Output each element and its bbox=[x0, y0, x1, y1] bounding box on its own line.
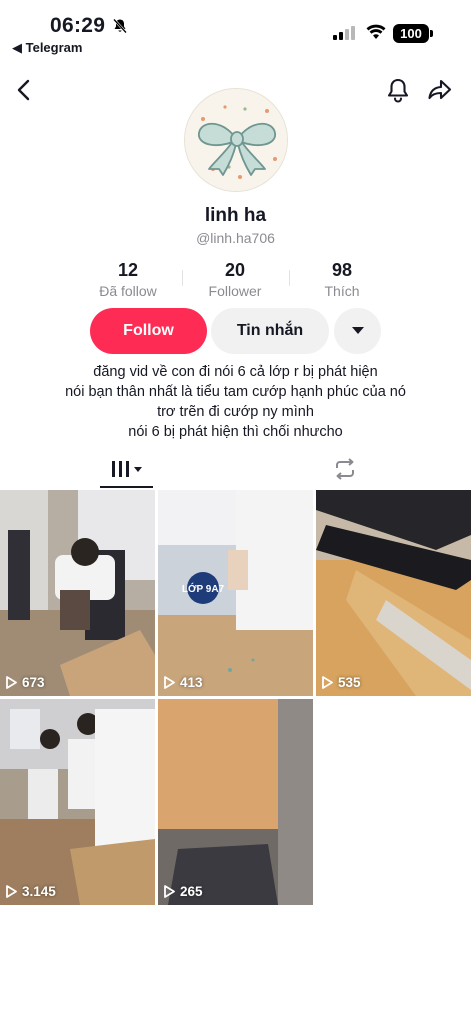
bio-line: trơ trẽn đi cướp ny mình bbox=[157, 404, 314, 420]
tab-videos[interactable] bbox=[100, 452, 153, 486]
video-thumbnail[interactable]: LỚP 9A7 413 bbox=[158, 490, 313, 696]
repost-icon bbox=[336, 458, 354, 480]
followers-count: 20 bbox=[224, 260, 246, 280]
video-thumbnail[interactable]: 265 bbox=[158, 699, 313, 905]
view-count-value: 3.145 bbox=[22, 884, 56, 899]
avatar[interactable] bbox=[184, 88, 288, 192]
suggested-accounts-button[interactable] bbox=[334, 308, 381, 354]
following-count: 12 bbox=[117, 260, 139, 280]
wifi-icon bbox=[366, 24, 386, 39]
video-thumbnail[interactable]: 535 bbox=[316, 490, 471, 696]
video-thumbnail[interactable]: 673 bbox=[0, 490, 155, 696]
tab-reposts[interactable] bbox=[320, 452, 370, 486]
play-icon bbox=[6, 885, 17, 898]
bio-line: đăng vid về con đi nói 6 cả lớp r bị phá… bbox=[93, 364, 378, 380]
video-preview-image bbox=[158, 699, 313, 905]
bio-line: nói bạn thân nhất là tiểu tam cướp hạnh … bbox=[65, 384, 406, 400]
play-icon bbox=[6, 676, 17, 689]
battery-indicator: 100 bbox=[393, 24, 433, 43]
profile-handle: @linh.ha706 bbox=[196, 230, 275, 246]
view-count: 673 bbox=[6, 675, 45, 690]
signal-icon bbox=[333, 26, 355, 40]
back-button[interactable] bbox=[10, 76, 38, 104]
videos-grid-icon bbox=[111, 461, 142, 477]
view-count: 265 bbox=[164, 884, 203, 899]
profile-name: linh ha bbox=[204, 205, 267, 226]
video-sign-text: LỚP 9A7 bbox=[182, 582, 225, 595]
bell-muted-icon bbox=[113, 18, 127, 34]
view-count-value: 673 bbox=[22, 675, 45, 690]
view-count-value: 535 bbox=[338, 675, 361, 690]
back-to-telegram-link[interactable]: ◀ Telegram bbox=[12, 40, 82, 56]
stats-divider bbox=[289, 270, 290, 286]
caret-down-icon bbox=[351, 327, 364, 334]
bell-icon bbox=[387, 78, 409, 103]
view-count: 535 bbox=[322, 675, 361, 690]
following-stat[interactable]: 12 Đã follow bbox=[78, 260, 178, 299]
stats-divider bbox=[182, 270, 183, 286]
bio: đăng vid về con đi nói 6 cả lớp r bị phá… bbox=[0, 362, 471, 442]
status-bar: 06:29 ◀ Telegram 100 bbox=[0, 0, 471, 58]
video-preview-image bbox=[0, 699, 155, 905]
video-preview-image bbox=[316, 490, 471, 696]
following-label: Đã follow bbox=[99, 283, 157, 299]
follow-button[interactable]: Follow bbox=[90, 308, 207, 354]
view-count: 413 bbox=[164, 675, 203, 690]
followers-label: Follower bbox=[208, 283, 262, 299]
notification-button[interactable] bbox=[384, 76, 412, 104]
likes-stat[interactable]: 98 Thích bbox=[292, 260, 392, 299]
video-preview-image bbox=[0, 490, 155, 696]
likes-count: 98 bbox=[331, 260, 353, 280]
video-preview-image: LỚP 9A7 bbox=[158, 490, 313, 696]
view-count-value: 413 bbox=[180, 675, 203, 690]
video-thumbnail[interactable]: 3.145 bbox=[0, 699, 155, 905]
share-button[interactable] bbox=[426, 76, 454, 104]
followers-stat[interactable]: 20 Follower bbox=[185, 260, 285, 299]
chevron-left-icon bbox=[17, 79, 30, 101]
message-button[interactable]: Tin nhắn bbox=[211, 308, 329, 354]
active-tab-indicator bbox=[100, 486, 153, 488]
play-icon bbox=[164, 885, 175, 898]
status-time: 06:29 bbox=[50, 14, 106, 37]
bow-avatar-image bbox=[185, 89, 287, 191]
share-arrow-icon bbox=[428, 79, 452, 100]
play-icon bbox=[164, 676, 175, 689]
view-count: 3.145 bbox=[6, 884, 56, 899]
play-icon bbox=[322, 676, 333, 689]
likes-label: Thích bbox=[324, 283, 360, 299]
view-count-value: 265 bbox=[180, 884, 203, 899]
bio-line: nói 6 bị phát hiện thì chối nhưcho bbox=[128, 424, 343, 440]
